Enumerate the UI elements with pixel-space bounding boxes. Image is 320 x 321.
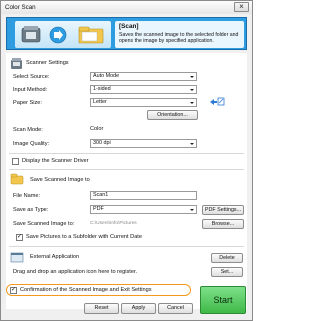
apply-button[interactable]: Apply	[121, 303, 156, 314]
folder-icon	[10, 173, 24, 185]
subfolder-label: Save Pictures to a Subfolder with Curren…	[26, 234, 142, 240]
paper-size-dropdown[interactable]: Letter	[90, 98, 197, 107]
external-application-icon	[10, 252, 24, 263]
confirmation-checkbox[interactable]: ✓	[10, 286, 17, 294]
start-button[interactable]: Start	[200, 286, 246, 314]
confirmation-label: Confirmation of the Scanned Image and Ex…	[20, 287, 152, 293]
file-name-label: File Name:	[13, 193, 41, 199]
file-name-input[interactable]: Scan1	[90, 191, 197, 200]
scanner-to-folder-icon	[21, 26, 104, 44]
close-button[interactable]: ×	[234, 2, 249, 12]
save-to-path: C:\Users\Info\Pictures	[90, 221, 137, 226]
divider	[9, 246, 244, 247]
image-quality-dropdown[interactable]: 300 dpi	[90, 139, 197, 148]
drag-drop-hint[interactable]: Drag and drop an application icon here t…	[13, 269, 137, 275]
scan-flow-graphic	[15, 21, 111, 48]
scanner-settings-icon	[11, 58, 22, 69]
reset-button[interactable]: Reset	[84, 303, 119, 314]
subfolder-checkbox[interactable]: ✓	[16, 234, 23, 241]
settings-panel: Scanner Settings Select Source: Auto Mod…	[6, 53, 247, 309]
chevron-down-icon	[190, 89, 194, 91]
window-title: Color Scan	[5, 4, 36, 11]
display-driver-checkbox[interactable]	[12, 158, 19, 165]
chevron-down-icon	[190, 209, 194, 211]
save-type-value: PDF	[93, 206, 104, 212]
image-quality-label: Image Quality:	[13, 141, 50, 147]
input-method-value: 1-sided	[93, 86, 111, 92]
save-type-dropdown[interactable]: PDF	[90, 205, 197, 214]
delete-button[interactable]: Delete	[211, 253, 243, 263]
select-source-dropdown[interactable]: Auto Mode	[90, 72, 197, 81]
paper-orientation-icon	[210, 97, 225, 106]
image-quality-value: 300 dpi	[93, 140, 111, 146]
color-scan-window: Color Scan × [Scan] Saves the scanned im…	[0, 0, 253, 321]
save-to-label: Save Scanned Image to:	[13, 221, 75, 227]
close-icon: ×	[239, 2, 244, 11]
confirmation-highlight: ✓ Confirmation of the Scanned Image and …	[6, 284, 191, 296]
save-type-label: Save as Type:	[13, 207, 49, 213]
select-source-label: Select Source:	[13, 74, 50, 80]
select-source-value: Auto Mode	[93, 73, 120, 79]
checkmark-icon: ✓	[17, 234, 23, 240]
input-method-dropdown[interactable]: 1-sided	[90, 85, 197, 94]
cancel-button[interactable]: Cancel	[158, 303, 193, 314]
browse-button[interactable]: Browse...	[202, 219, 244, 229]
scan-mode-label: Scan Mode:	[13, 127, 43, 133]
paper-size-label: Paper Size:	[13, 100, 42, 106]
checkmark-icon: ✓	[11, 286, 17, 293]
orientation-button[interactable]: Orientation...	[147, 110, 198, 120]
scan-banner: [Scan] Saves the scanned image to the se…	[6, 17, 247, 50]
divider	[9, 153, 244, 154]
save-header: Save Scanned Image to	[30, 177, 90, 183]
paper-size-value: Letter	[93, 99, 107, 105]
input-method-label: Input Method:	[13, 87, 48, 93]
scanner-settings-header: Scanner Settings	[26, 60, 69, 66]
banner-info: [Scan] Saves the scanned image to the se…	[115, 21, 244, 48]
external-application-header: External Application	[30, 254, 80, 260]
chevron-down-icon	[190, 102, 194, 104]
chevron-down-icon	[190, 143, 194, 145]
display-driver-label: Display the Scanner Driver	[22, 158, 89, 164]
chevron-down-icon	[190, 76, 194, 78]
divider	[9, 169, 244, 170]
title-bar: Color Scan ×	[1, 1, 252, 14]
scan-mode-value: Color	[90, 126, 104, 132]
pdf-settings-button[interactable]: PDF Settings...	[202, 205, 244, 215]
banner-title: [Scan]	[119, 23, 139, 30]
banner-description: Saves the scanned image to the selected …	[119, 32, 239, 45]
set-button[interactable]: Set...	[211, 267, 243, 277]
